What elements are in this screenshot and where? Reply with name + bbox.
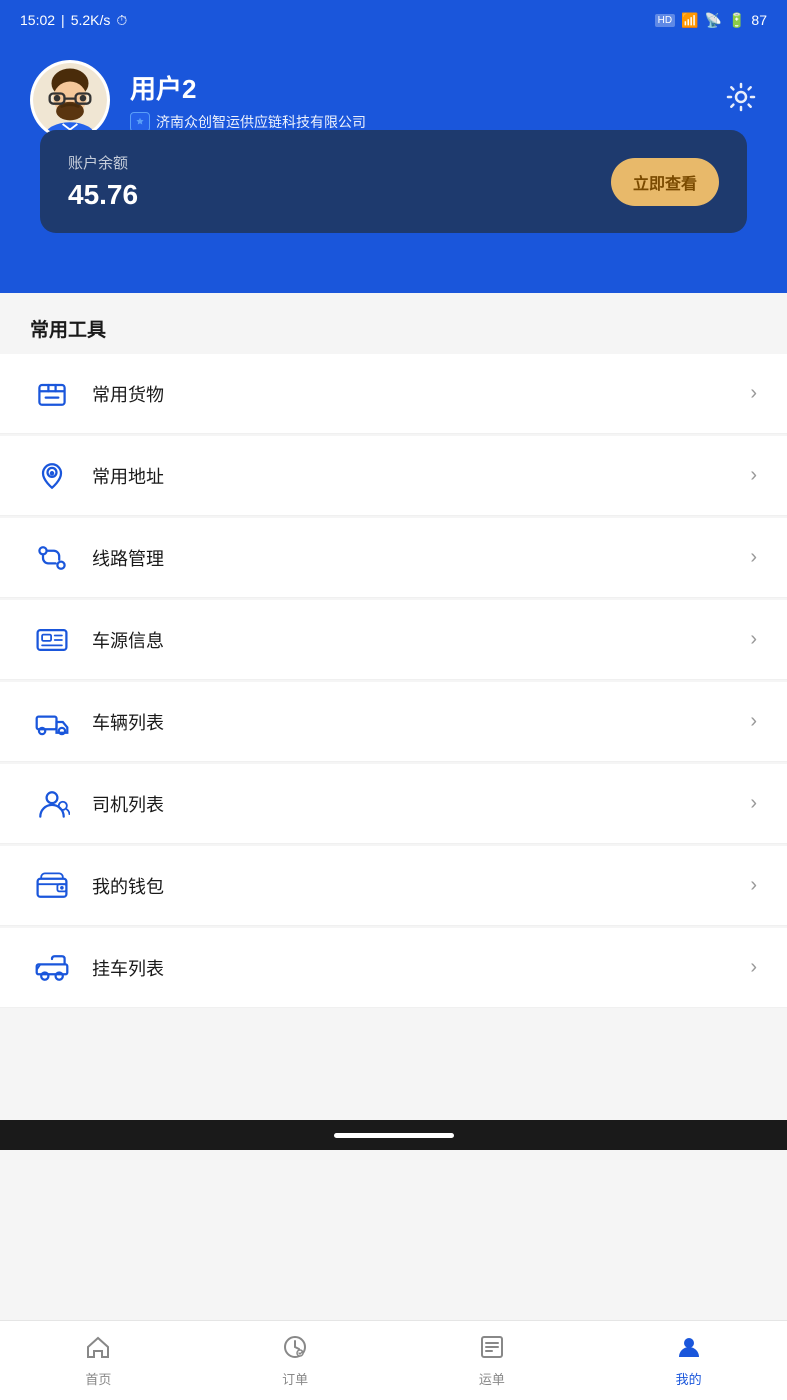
status-left: 15:02 | 5.2K/s ⏱	[20, 12, 127, 29]
main-content: 常用工具 常用货物 ›	[0, 293, 787, 1120]
nav-label-mine: 我的	[676, 1369, 702, 1388]
menu-label-goods: 常用货物	[92, 381, 750, 407]
home-icon	[84, 1333, 112, 1365]
wifi-icon: 📡	[705, 12, 722, 29]
profile-left: 用户2 济南众创智运供应链科技有限公司	[30, 60, 366, 140]
menu-item-goods[interactable]: 常用货物 ›	[0, 354, 787, 434]
menu-item-vehicle-list[interactable]: 车辆列表 ›	[0, 682, 787, 762]
hd-badge: HD	[655, 14, 675, 27]
battery-icon: 🔋	[728, 12, 745, 29]
bottom-indicator	[0, 1120, 787, 1150]
menu-item-wallet[interactable]: 我的钱包 ›	[0, 846, 787, 926]
home-indicator-bar	[334, 1133, 454, 1138]
header-section: 用户2 济南众创智运供应链科技有限公司 账户余额	[0, 40, 787, 293]
profile-info: 用户2 济南众创智运供应链科技有限公司	[130, 69, 366, 132]
route-icon	[30, 536, 74, 580]
orders-icon	[281, 1333, 309, 1365]
nav-label-home: 首页	[85, 1369, 111, 1388]
verified-icon	[130, 112, 150, 132]
waybill-icon	[478, 1333, 506, 1365]
network-speed: |	[61, 12, 65, 28]
wallet-icon	[30, 864, 74, 908]
menu-item-vehicle-source[interactable]: 车源信息 ›	[0, 600, 787, 680]
driver-icon	[30, 782, 74, 826]
speed-display: 5.2K/s	[71, 12, 111, 28]
menu-item-driver-list[interactable]: 司机列表 ›	[0, 764, 787, 844]
profile-row: 用户2 济南众创智运供应链科技有限公司	[30, 60, 757, 140]
arrow-icon-goods: ›	[750, 382, 757, 405]
balance-card: 账户余额 45.76 立即查看	[40, 130, 747, 233]
arrow-icon-vehicle-source: ›	[750, 628, 757, 651]
nav-label-orders: 订单	[282, 1369, 308, 1388]
tools-header: 常用工具	[0, 293, 787, 354]
nav-item-mine[interactable]: 我的	[590, 1325, 787, 1396]
arrow-icon-vehicle-list: ›	[750, 710, 757, 733]
bottom-nav: 首页 订单 运单	[0, 1320, 787, 1400]
mine-icon	[675, 1333, 703, 1365]
balance-amount: 45.76	[68, 179, 138, 211]
company-name: 济南众创智运供应链科技有限公司	[156, 112, 366, 132]
view-now-button[interactable]: 立即查看	[611, 158, 719, 206]
clock-icon: ⏱	[116, 12, 127, 29]
truck-icon	[30, 700, 74, 744]
balance-label: 账户余额	[68, 152, 138, 173]
menu-label-wallet: 我的钱包	[92, 873, 750, 899]
arrow-icon-trailer: ›	[750, 956, 757, 979]
arrow-icon-route: ›	[750, 546, 757, 569]
menu-label-vehicle-source: 车源信息	[92, 627, 750, 653]
menu-item-address[interactable]: 常用地址 ›	[0, 436, 787, 516]
package-icon	[30, 372, 74, 416]
menu-item-trailer[interactable]: 挂车列表 ›	[0, 928, 787, 1008]
status-bar: 15:02 | 5.2K/s ⏱ HD 📶 📡 🔋 87	[0, 0, 787, 40]
trailer-icon	[30, 946, 74, 990]
company-row: 济南众创智运供应链科技有限公司	[130, 112, 366, 132]
status-right: HD 📶 📡 🔋 87	[655, 12, 767, 29]
menu-label-route: 线路管理	[92, 545, 750, 571]
menu-label-driver-list: 司机列表	[92, 791, 750, 817]
signal-icon: 📶	[681, 12, 698, 29]
avatar	[30, 60, 110, 140]
arrow-icon-wallet: ›	[750, 874, 757, 897]
menu-label-vehicle-list: 车辆列表	[92, 709, 750, 735]
balance-info: 账户余额 45.76	[68, 152, 138, 211]
time-display: 15:02	[20, 12, 55, 28]
arrow-icon-driver-list: ›	[750, 792, 757, 815]
menu-item-route[interactable]: 线路管理 ›	[0, 518, 787, 598]
nav-item-home[interactable]: 首页	[0, 1325, 197, 1396]
menu-list: 常用货物 › 常用地址 ›	[0, 354, 787, 1008]
settings-button[interactable]	[725, 81, 757, 120]
nav-item-orders[interactable]: 订单	[197, 1325, 394, 1396]
arrow-icon-address: ›	[750, 464, 757, 487]
menu-label-address: 常用地址	[92, 463, 750, 489]
menu-label-trailer: 挂车列表	[92, 955, 750, 981]
username: 用户2	[130, 69, 366, 106]
nav-item-waybill[interactable]: 运单	[394, 1325, 591, 1396]
card-icon	[30, 618, 74, 662]
battery-level: 87	[751, 12, 767, 28]
location-icon	[30, 454, 74, 498]
nav-label-waybill: 运单	[479, 1369, 505, 1388]
